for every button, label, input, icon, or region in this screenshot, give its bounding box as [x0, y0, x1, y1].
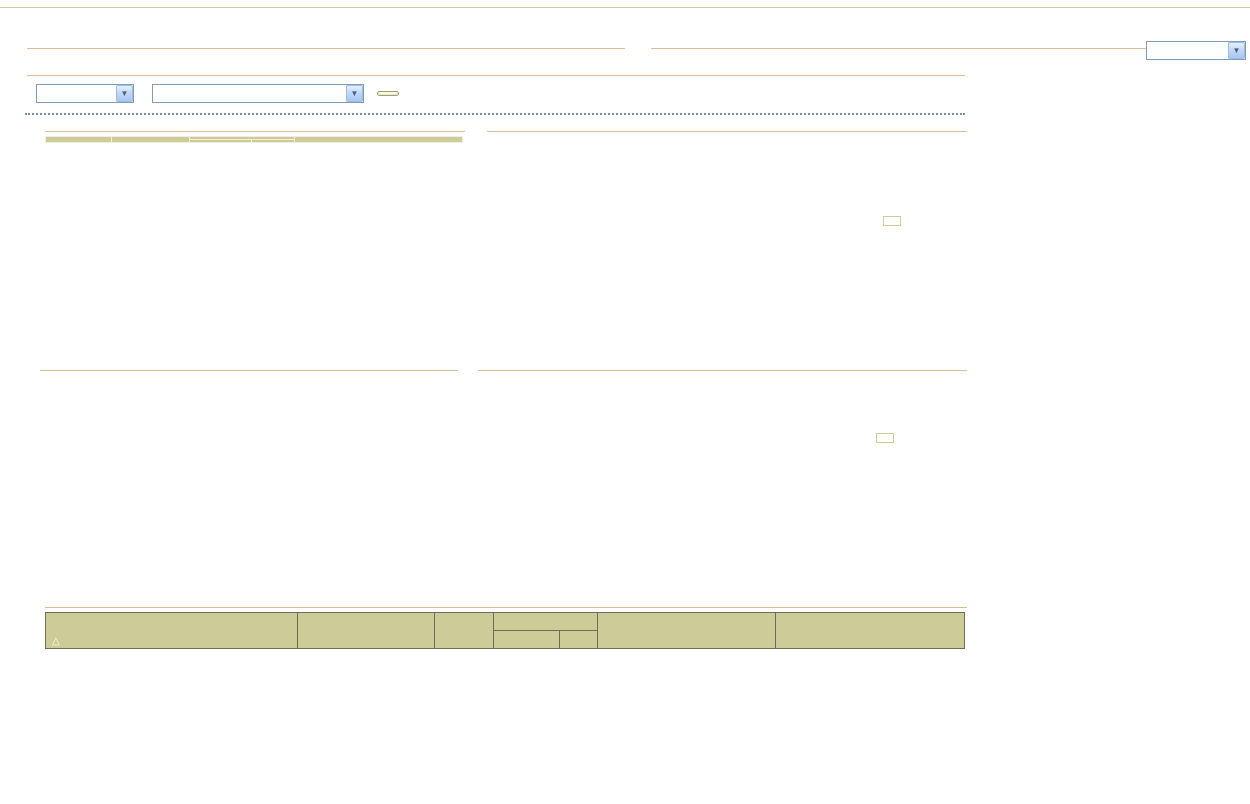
col-header-new: [251, 140, 295, 143]
trend-content: △: [45, 129, 967, 649]
col-header-distinct-rules-violated: [598, 613, 776, 649]
col-header-current: [111, 137, 189, 143]
col-header-type: [297, 613, 434, 649]
title-rule: [0, 7, 1250, 8]
col-header-name[interactable]: △: [46, 613, 298, 649]
policy-trend-overview-page: ▼ ▼ ▼: [0, 0, 1250, 804]
view-data-combo: ▼: [1146, 41, 1246, 60]
col-header-distinct-rules-violated: [295, 137, 463, 143]
page-title: [0, 0, 1250, 7]
col-header-current: [434, 613, 494, 649]
category-combo: ▼: [36, 84, 134, 103]
col-header-severity: [46, 137, 112, 143]
new-violations-by-category-section: [27, 46, 625, 56]
target-type-combo: ▼: [152, 84, 364, 103]
compliance-score-chart: [40, 374, 482, 588]
col-header-last-24-hours: [494, 613, 598, 631]
trend-overview-section: ▼ ▼: [27, 73, 965, 103]
compliance-score-title: [40, 368, 458, 371]
dotted-separator: [25, 113, 965, 115]
category-select[interactable]: [36, 84, 134, 103]
new-violations-by-category-title: [27, 46, 625, 49]
policy-violations-table: [45, 136, 463, 143]
trend-overview-title: [27, 73, 965, 76]
view-data-select[interactable]: [1146, 41, 1246, 60]
header-info: ▼: [1139, 25, 1246, 60]
policy-violations-title: [45, 129, 465, 132]
member-targets-with-policy-rules-title: [45, 605, 967, 608]
compliance-score-ranges-legend: [876, 433, 894, 443]
target-type-select[interactable]: [152, 84, 364, 103]
go-button[interactable]: [377, 91, 399, 96]
member-targets-table: △: [45, 612, 965, 649]
violation-count-legend: [883, 216, 901, 226]
col-header-cleared: [189, 140, 251, 143]
sort-ascending-icon: △: [52, 636, 60, 647]
member-targets-by-compliance-score-chart: [478, 374, 860, 588]
col-header-cleared: [494, 631, 560, 649]
col-header-compliance-score: [776, 613, 965, 649]
col-header-new: [560, 631, 598, 649]
violation-count-by-severity-chart: [487, 135, 867, 349]
